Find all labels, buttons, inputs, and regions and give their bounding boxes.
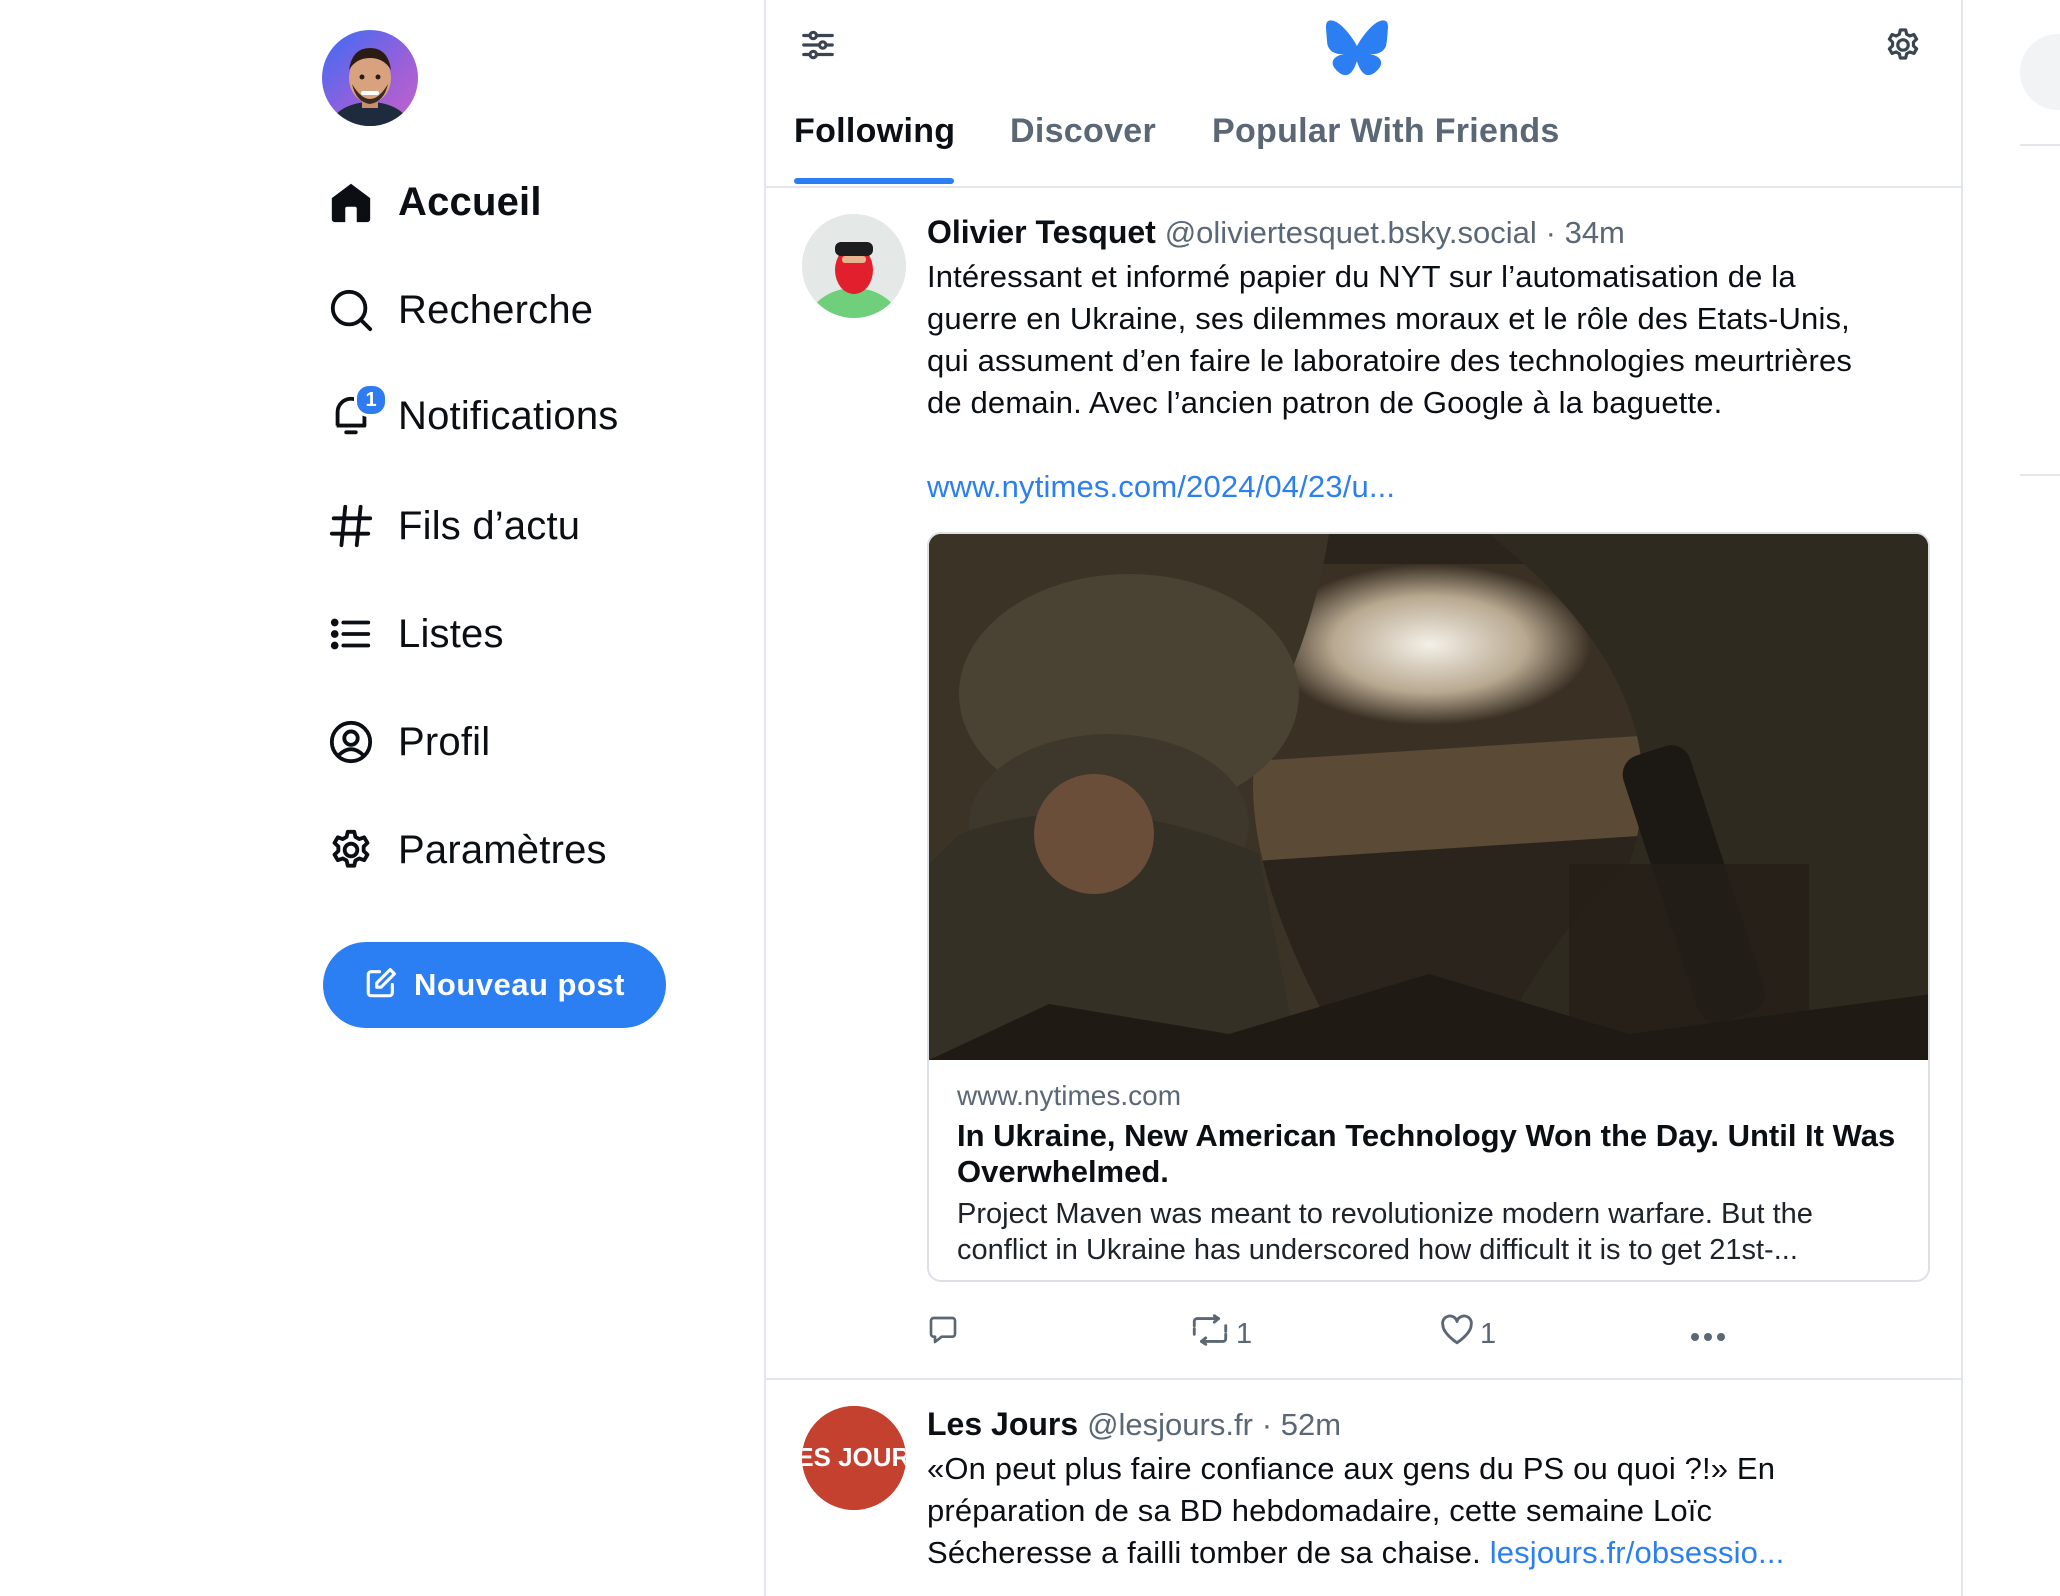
nav-item-notifications[interactable]: 1 Notifications (326, 383, 619, 446)
right-divider (2020, 474, 2060, 476)
repost-count: 1 (1236, 1317, 1253, 1350)
post-text-line: préparation de sa BD hebdomadaire, cette… (927, 1493, 1713, 1528)
more-icon (1690, 1318, 1726, 1351)
right-divider (2020, 144, 2060, 146)
nav-label: Listes (398, 611, 504, 656)
compose-icon (364, 966, 398, 1005)
post-divider (764, 1378, 1963, 1380)
profile-icon (326, 717, 376, 767)
nav-label: Notifications (398, 393, 619, 438)
user-avatar[interactable] (322, 30, 418, 126)
heart-icon (1440, 1314, 1474, 1354)
bell-icon: 1 (326, 383, 388, 441)
nav-label: Profil (398, 719, 491, 764)
feed-filter-icon[interactable] (799, 26, 837, 69)
main-left-border (764, 0, 766, 1596)
post-header: Olivier Tesquet @oliviertesquet.bsky.soc… (927, 214, 1625, 251)
like-count: 1 (1480, 1317, 1497, 1350)
gear-icon (326, 825, 376, 875)
post-author-name[interactable]: Les Jours (927, 1406, 1078, 1442)
post-author-handle[interactable]: @oliviertesquet.bsky.social (1165, 215, 1537, 250)
post-text-line: guerre en Ukraine, ses dilemmes moraux e… (927, 301, 1850, 336)
post-text-line: qui assument d’en faire le laboratoire d… (927, 343, 1853, 378)
post-separator: · (1261, 1407, 1281, 1442)
tab-following[interactable]: Following (794, 112, 955, 151)
reply-button[interactable] (927, 1314, 959, 1354)
home-icon (326, 177, 376, 227)
tab-popular-with-friends[interactable]: Popular With Friends (1212, 112, 1560, 151)
like-button[interactable]: 1 (1440, 1314, 1496, 1354)
nav-label: Recherche (398, 287, 594, 332)
search-icon (326, 285, 376, 335)
nav-label: Accueil (398, 179, 542, 224)
more-options-button[interactable] (1690, 1314, 1726, 1354)
tab-discover[interactable]: Discover (1010, 112, 1156, 151)
post-separator: · (1545, 215, 1565, 250)
feed-settings-icon[interactable] (1884, 26, 1922, 69)
notification-badge: 1 (354, 383, 388, 417)
list-icon (326, 609, 376, 659)
card-description-line: conflict in Ukraine has underscored how … (957, 1234, 1798, 1266)
nav-item-fils[interactable]: Fils d’actu (326, 496, 580, 556)
bluesky-logo-icon[interactable] (1326, 20, 1388, 81)
link-preview-card[interactable]: www.nytimes.com In Ukraine, New American… (927, 532, 1930, 1282)
post-text-fragment: Sécheresse a failli tomber de sa chaise. (927, 1535, 1481, 1570)
hash-icon (326, 501, 376, 551)
card-description-line: Project Maven was meant to revolutionize… (957, 1198, 1813, 1230)
nav-label: Paramètres (398, 827, 607, 872)
post-text-line: de demain. Avec l’ancien patron de Googl… (927, 385, 1723, 420)
post-link[interactable]: www.nytimes.com/2024/04/23/u... (927, 466, 1937, 508)
nav-item-listes[interactable]: Listes (326, 604, 504, 664)
nav-item-recherche[interactable]: Recherche (326, 280, 593, 340)
card-title: In Ukraine, New American Technology Won … (957, 1118, 1896, 1189)
nav-label: Fils d’actu (398, 503, 581, 548)
post-author-avatar[interactable] (802, 214, 906, 318)
main-right-border (1961, 0, 1963, 1596)
post-author-name[interactable]: Olivier Tesquet (927, 214, 1156, 250)
post-text-line: Intéressant et informé papier du NYT sur… (927, 259, 1796, 294)
les-jours-logo-text: LES JOURS (802, 1442, 906, 1472)
post-body: «On peut plus faire confiance aux gens d… (927, 1448, 1937, 1574)
post-timestamp[interactable]: 52m (1281, 1407, 1341, 1442)
card-domain: www.nytimes.com (957, 1080, 1182, 1111)
new-post-label: Nouveau post (414, 967, 625, 1002)
repost-icon (1190, 1314, 1230, 1354)
post-timestamp[interactable]: 34m (1565, 215, 1625, 250)
active-tab-indicator (794, 178, 954, 184)
post-text-line: «On peut plus faire confiance aux gens d… (927, 1451, 1776, 1486)
nav-item-profil[interactable]: Profil (326, 712, 490, 772)
post-text-line: Sécheresse a failli tomber de sa chaise.… (927, 1532, 1937, 1574)
reply-icon (927, 1314, 959, 1354)
nav-item-parametres[interactable]: Paramètres (326, 820, 607, 880)
nav-item-accueil[interactable]: Accueil (326, 172, 542, 232)
post-link[interactable]: lesjours.fr/obsessio... (1490, 1535, 1785, 1570)
post-author-avatar[interactable]: LES JOURS (802, 1406, 906, 1510)
post-body: Intéressant et informé papier du NYT sur… (927, 256, 1937, 508)
post-author-handle[interactable]: @lesjours.fr (1087, 1407, 1253, 1442)
post-header: Les Jours @lesjours.fr · 52m (927, 1406, 1341, 1443)
card-description: Project Maven was meant to revolutionize… (957, 1196, 1907, 1268)
new-post-button[interactable]: Nouveau post (323, 942, 666, 1028)
article-photo (929, 534, 1928, 1060)
search-bar[interactable] (2020, 34, 2060, 110)
repost-button[interactable]: 1 (1190, 1314, 1252, 1354)
header-divider (764, 186, 1963, 188)
